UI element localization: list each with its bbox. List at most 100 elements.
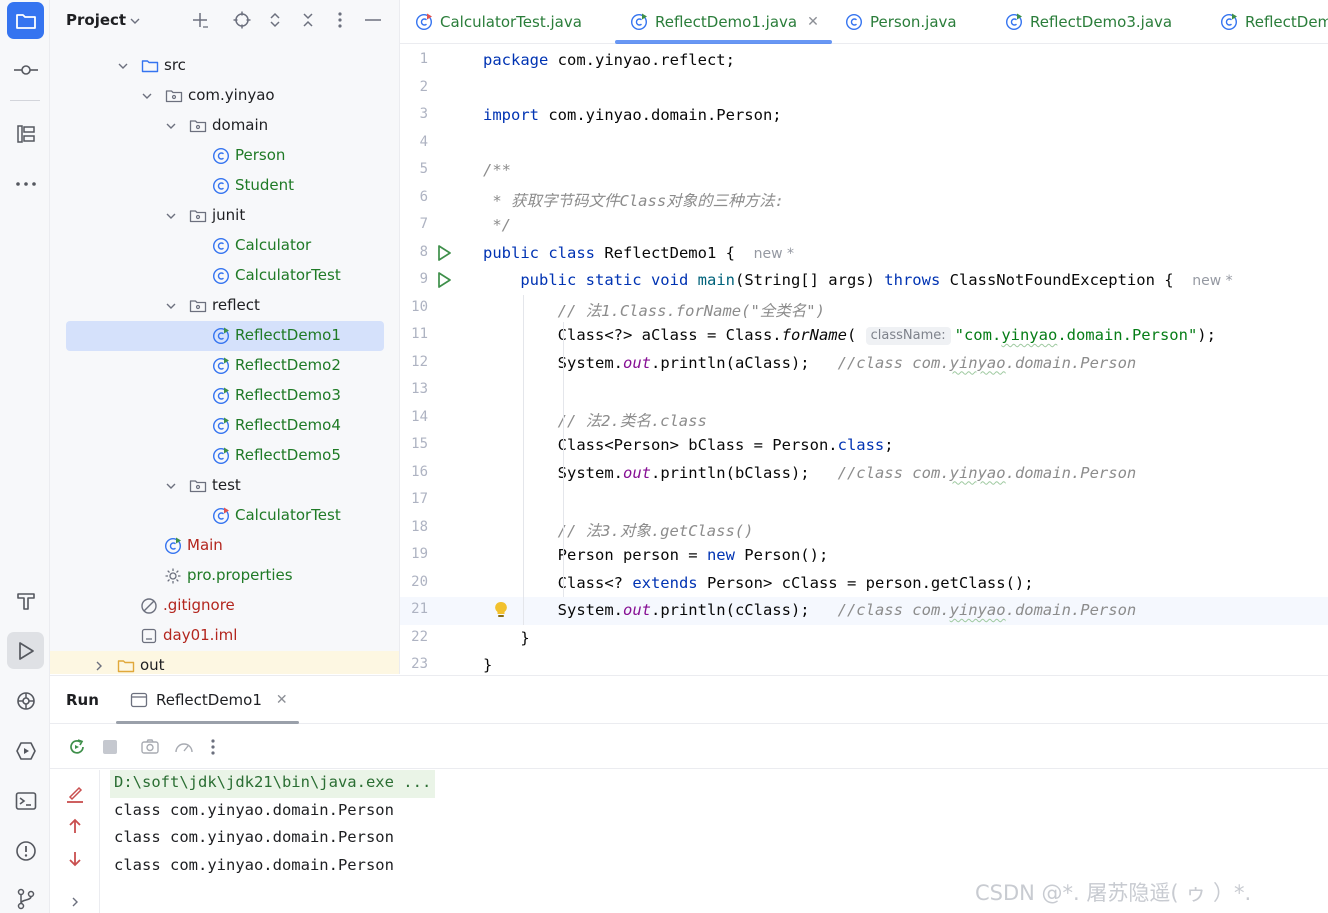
clear-console-icon[interactable] <box>65 784 85 804</box>
expand-all-icon[interactable] <box>265 10 285 30</box>
code-line[interactable]: 8 public class ReflectDemo1 { new * <box>400 240 1328 268</box>
editor-tab-calculatortest-java[interactable]: CalculatorTest.java <box>415 0 582 43</box>
locate-icon[interactable] <box>232 10 252 30</box>
editor-tab-person-java[interactable]: Person.java <box>845 0 957 43</box>
tree-node-junit[interactable]: junit <box>50 201 399 231</box>
tree-node-calculator[interactable]: Calculator <box>50 231 399 261</box>
problems-icon[interactable] <box>7 832 44 869</box>
camera-icon[interactable] <box>140 737 160 757</box>
run-icon[interactable] <box>7 632 44 669</box>
code-line[interactable]: 21 System.out.println(cClass); //class c… <box>400 597 1328 625</box>
arrow-down-icon[interactable] <box>65 849 85 869</box>
chevron-down-icon[interactable] <box>164 209 178 223</box>
chevron-down-icon[interactable] <box>164 299 178 313</box>
code-line[interactable]: 13 <box>400 377 1328 405</box>
tool-window-strip <box>0 0 50 913</box>
code-line[interactable]: 16 System.out.println(bClass); //class c… <box>400 460 1328 488</box>
project-icon[interactable] <box>7 2 44 39</box>
code-line[interactable]: 23} <box>400 652 1328 674</box>
debug-icon[interactable] <box>7 732 44 769</box>
terminal-icon[interactable] <box>7 782 44 819</box>
code-line[interactable]: 2 <box>400 75 1328 103</box>
chevron-right-icon[interactable] <box>65 895 85 909</box>
tree-node-calculatortest[interactable]: CalculatorTest <box>50 501 399 531</box>
build-icon[interactable] <box>7 582 44 619</box>
code-editor[interactable]: 1 package com.yinyao.reflect; 2 3 import com… <box>400 45 1328 674</box>
structure-icon[interactable] <box>7 115 44 152</box>
code-line[interactable]: 17 <box>400 487 1328 515</box>
collapse-all-icon[interactable] <box>298 10 318 30</box>
tree-node-label: Student <box>235 176 295 194</box>
chevron-down-icon[interactable] <box>125 11 145 31</box>
line-number: 7 <box>419 216 428 232</box>
tree-node-gitignore[interactable]: .gitignore <box>50 591 399 621</box>
line-number: 21 <box>411 601 428 617</box>
run-gutter-icon[interactable] <box>435 271 453 289</box>
stop-icon[interactable] <box>100 737 120 757</box>
tree-node-test[interactable]: test <box>50 471 399 501</box>
code-line[interactable]: 5 /** <box>400 157 1328 185</box>
editor-tab-reflectdemo3-java[interactable]: ReflectDemo3.java <box>1005 0 1172 43</box>
tree-node-reflectdemo1[interactable]: ReflectDemo1 <box>50 321 399 351</box>
close-icon[interactable]: ✕ <box>276 692 288 708</box>
commit-icon[interactable] <box>7 51 44 88</box>
close-icon[interactable]: ✕ <box>807 14 819 30</box>
tree-node-label: ReflectDemo3 <box>235 386 341 404</box>
project-panel-title[interactable]: Project <box>66 11 126 29</box>
tree-node-reflectdemo2[interactable]: ReflectDemo2 <box>50 351 399 381</box>
tree-node-day01-iml[interactable]: day01.iml <box>50 621 399 651</box>
more-actions-icon[interactable] <box>210 737 230 757</box>
editor-tab-reflectdemo1-java[interactable]: ReflectDemo1.java ✕ <box>630 0 819 43</box>
hide-panel-icon[interactable] <box>363 10 383 30</box>
tree-node-pro-properties[interactable]: pro.properties <box>50 561 399 591</box>
code-line[interactable]: 15 Class<Person> bClass = Person.class; <box>400 432 1328 460</box>
chevron-down-icon[interactable] <box>164 119 178 133</box>
code-line[interactable]: 12 System.out.println(aClass); //class c… <box>400 350 1328 378</box>
run-config-tab[interactable]: ReflectDemo1 ✕ <box>130 676 288 724</box>
tree-node-reflectdemo5[interactable]: ReflectDemo5 <box>50 441 399 471</box>
code-line[interactable]: 20 Class<? extends Person> cClass = pers… <box>400 570 1328 598</box>
chevron-down-icon[interactable] <box>116 59 130 73</box>
tree-node-domain[interactable]: domain <box>50 111 399 141</box>
code-line[interactable]: 18 // 法3.对象.getClass() <box>400 515 1328 543</box>
code-line[interactable]: 14 // 法2.类名.class <box>400 405 1328 433</box>
tree-node-out[interactable]: out <box>50 651 399 674</box>
arrow-up-icon[interactable] <box>65 816 85 836</box>
services-icon[interactable] <box>7 682 44 719</box>
tree-node-person[interactable]: Person <box>50 141 399 171</box>
git-icon[interactable] <box>7 880 44 913</box>
line-number: 12 <box>411 353 428 370</box>
tree-node-reflect[interactable]: reflect <box>50 291 399 321</box>
run-tab-indicator <box>116 721 299 724</box>
chevron-down-icon[interactable] <box>140 89 154 103</box>
tree-node-com-yinyao[interactable]: com.yinyao <box>50 81 399 111</box>
tree-node-student[interactable]: Student <box>50 171 399 201</box>
console-command-line[interactable]: D:\soft\jdk\jdk21\bin\java.exe ... <box>110 770 436 798</box>
code-line[interactable]: 4 <box>400 130 1328 158</box>
tree-node-main[interactable]: Main <box>50 531 399 561</box>
code-line[interactable]: 11 Class<?> aClass = Class.forName( clas… <box>400 322 1328 350</box>
more-icon[interactable] <box>7 165 44 202</box>
new-file-icon[interactable] <box>190 10 210 30</box>
tree-node-reflectdemo4[interactable]: ReflectDemo4 <box>50 411 399 441</box>
runnable-class-icon <box>1005 13 1023 31</box>
run-gutter-icon[interactable] <box>435 244 453 262</box>
code-line[interactable]: 6 * 获取字节码文件Class对象的三种方法: <box>400 185 1328 213</box>
chevron-down-icon[interactable] <box>164 479 178 493</box>
code-line[interactable]: 7 */ <box>400 212 1328 240</box>
code-line[interactable]: 9 public static void main(String[] args)… <box>400 267 1328 295</box>
profiler-icon[interactable] <box>173 737 193 757</box>
editor-tab-reflectdem[interactable]: ReflectDem <box>1220 0 1328 43</box>
tree-node-calculatortest[interactable]: CalculatorTest <box>50 261 399 291</box>
code-line[interactable]: 1 package com.yinyao.reflect; <box>400 47 1328 75</box>
code-line[interactable]: 10 // 法1.Class.forName("全类名") <box>400 295 1328 323</box>
code-line[interactable]: 3 import com.yinyao.domain.Person; <box>400 102 1328 130</box>
rerun-icon[interactable] <box>67 737 87 757</box>
tree-node-reflectdemo3[interactable]: ReflectDemo3 <box>50 381 399 411</box>
options-icon[interactable] <box>330 10 350 30</box>
code-line[interactable]: 19 Person person = new Person(); <box>400 542 1328 570</box>
chevron-right-icon[interactable] <box>92 659 106 673</box>
code-line[interactable]: 22 } <box>400 625 1328 653</box>
tree-node-src[interactable]: src <box>50 51 399 81</box>
tree-node-label: ReflectDemo1 <box>235 326 341 344</box>
